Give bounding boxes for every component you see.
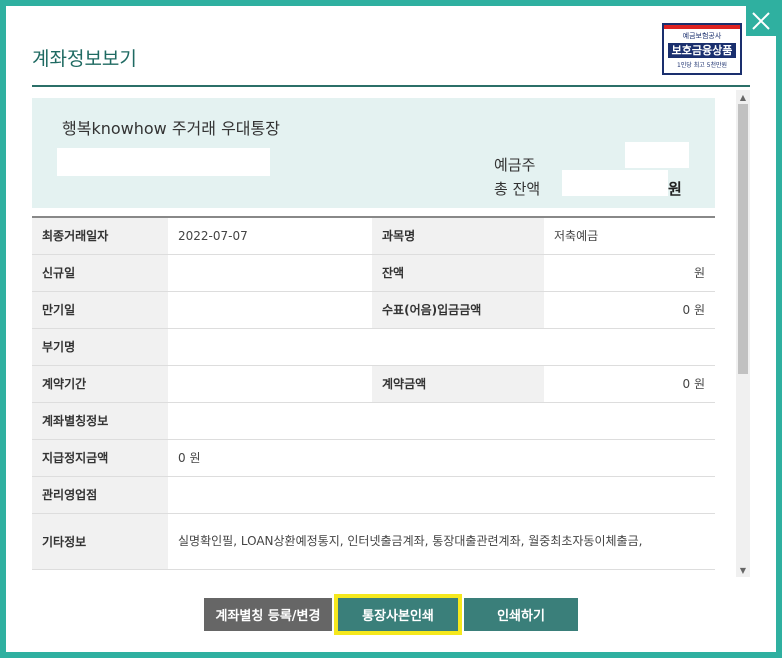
table-row: 계약기간 계약금액 0 원 [32, 365, 715, 403]
close-icon [752, 12, 770, 30]
print-button[interactable]: 인쇄하기 [464, 598, 578, 631]
account-info-table: 최종거래일자 2022-07-07 과목명 저축예금 신규일 잔액 원 만기일 … [32, 216, 715, 570]
row-value [168, 402, 715, 440]
account-summary: 행복knowhow 주거래 우대통장 예금주 총 잔액 원 [32, 98, 715, 208]
alias-register-button[interactable]: 계좌별칭 등록/변경 [204, 598, 332, 631]
account-name: 행복knowhow 주거래 우대통장 [62, 119, 280, 138]
table-row: 계좌별칭정보 [32, 402, 715, 440]
row-label: 신규일 [32, 254, 168, 292]
row-label: 계약금액 [372, 365, 544, 403]
badge-sub-text: 1인당 최고 5천만원 [676, 62, 728, 69]
table-row: 신규일 잔액 원 [32, 254, 715, 292]
table-row: 최종거래일자 2022-07-07 과목명 저축예금 [32, 217, 715, 255]
depositor-label: 예금주 [494, 156, 536, 174]
row-value [168, 476, 715, 514]
badge-red-stripe [664, 25, 740, 29]
row-label: 과목명 [372, 217, 544, 255]
title-divider [32, 85, 750, 87]
row-label: 기타정보 [32, 513, 168, 570]
scroll-down-icon[interactable]: ▼ [736, 563, 750, 577]
row-value: 실명확인필, LOAN상환예정통지, 인터넷출금계좌, 통장대출관련계좌, 월중… [168, 513, 715, 570]
row-label: 수표(어음)입금금액 [372, 291, 544, 329]
table-row: 부기명 [32, 328, 715, 366]
account-info-scroll-area: 행복knowhow 주거래 우대통장 예금주 총 잔액 원 최종거래일자 202… [32, 90, 750, 577]
scroll-up-icon[interactable]: ▲ [736, 90, 750, 104]
balance-label: 총 잔액 [494, 180, 541, 198]
table-row: 관리영업점 [32, 476, 715, 514]
badge-top-text: 예금보험공사 [682, 32, 722, 40]
table-row: 기타정보 실명확인필, LOAN상환예정통지, 인터넷출금계좌, 통장대출관련계… [32, 513, 715, 570]
row-label: 계약기간 [32, 365, 168, 403]
row-value: 0 원 [544, 291, 715, 329]
row-label: 계좌별칭정보 [32, 402, 168, 440]
row-value [168, 291, 372, 329]
scrollbar-thumb[interactable] [738, 104, 748, 374]
print-passbook-copy-button[interactable]: 통장사본인쇄 [334, 594, 462, 635]
row-value [168, 254, 372, 292]
vertical-scrollbar[interactable]: ▲ ▼ [736, 90, 750, 577]
deposit-insurance-badge: 예금보험공사 보호금융상품 1인당 최고 5천만원 [662, 23, 742, 75]
row-label: 관리영업점 [32, 476, 168, 514]
row-value: 원 [544, 254, 715, 292]
row-label: 최종거래일자 [32, 217, 168, 255]
table-row: 만기일 수표(어음)입금금액 0 원 [32, 291, 715, 329]
row-label: 지급정지금액 [32, 439, 168, 477]
row-value [168, 328, 715, 366]
depositor-mask [625, 142, 689, 168]
account-number-mask [57, 148, 270, 176]
row-value: 0 원 [544, 365, 715, 403]
row-label: 잔액 [372, 254, 544, 292]
table-row: 지급정지금액 0 원 [32, 439, 715, 477]
badge-main-text: 보호금융상품 [668, 43, 736, 58]
dialog-title: 계좌정보보기 [32, 48, 137, 70]
row-value: 0 원 [168, 439, 715, 477]
close-button[interactable] [746, 6, 776, 36]
row-label: 부기명 [32, 328, 168, 366]
balance-mask [562, 170, 668, 196]
row-value: 2022-07-07 [168, 217, 372, 255]
row-value: 저축예금 [544, 217, 715, 255]
row-value [168, 365, 372, 403]
row-label: 만기일 [32, 291, 168, 329]
balance-unit: 원 [668, 180, 682, 198]
